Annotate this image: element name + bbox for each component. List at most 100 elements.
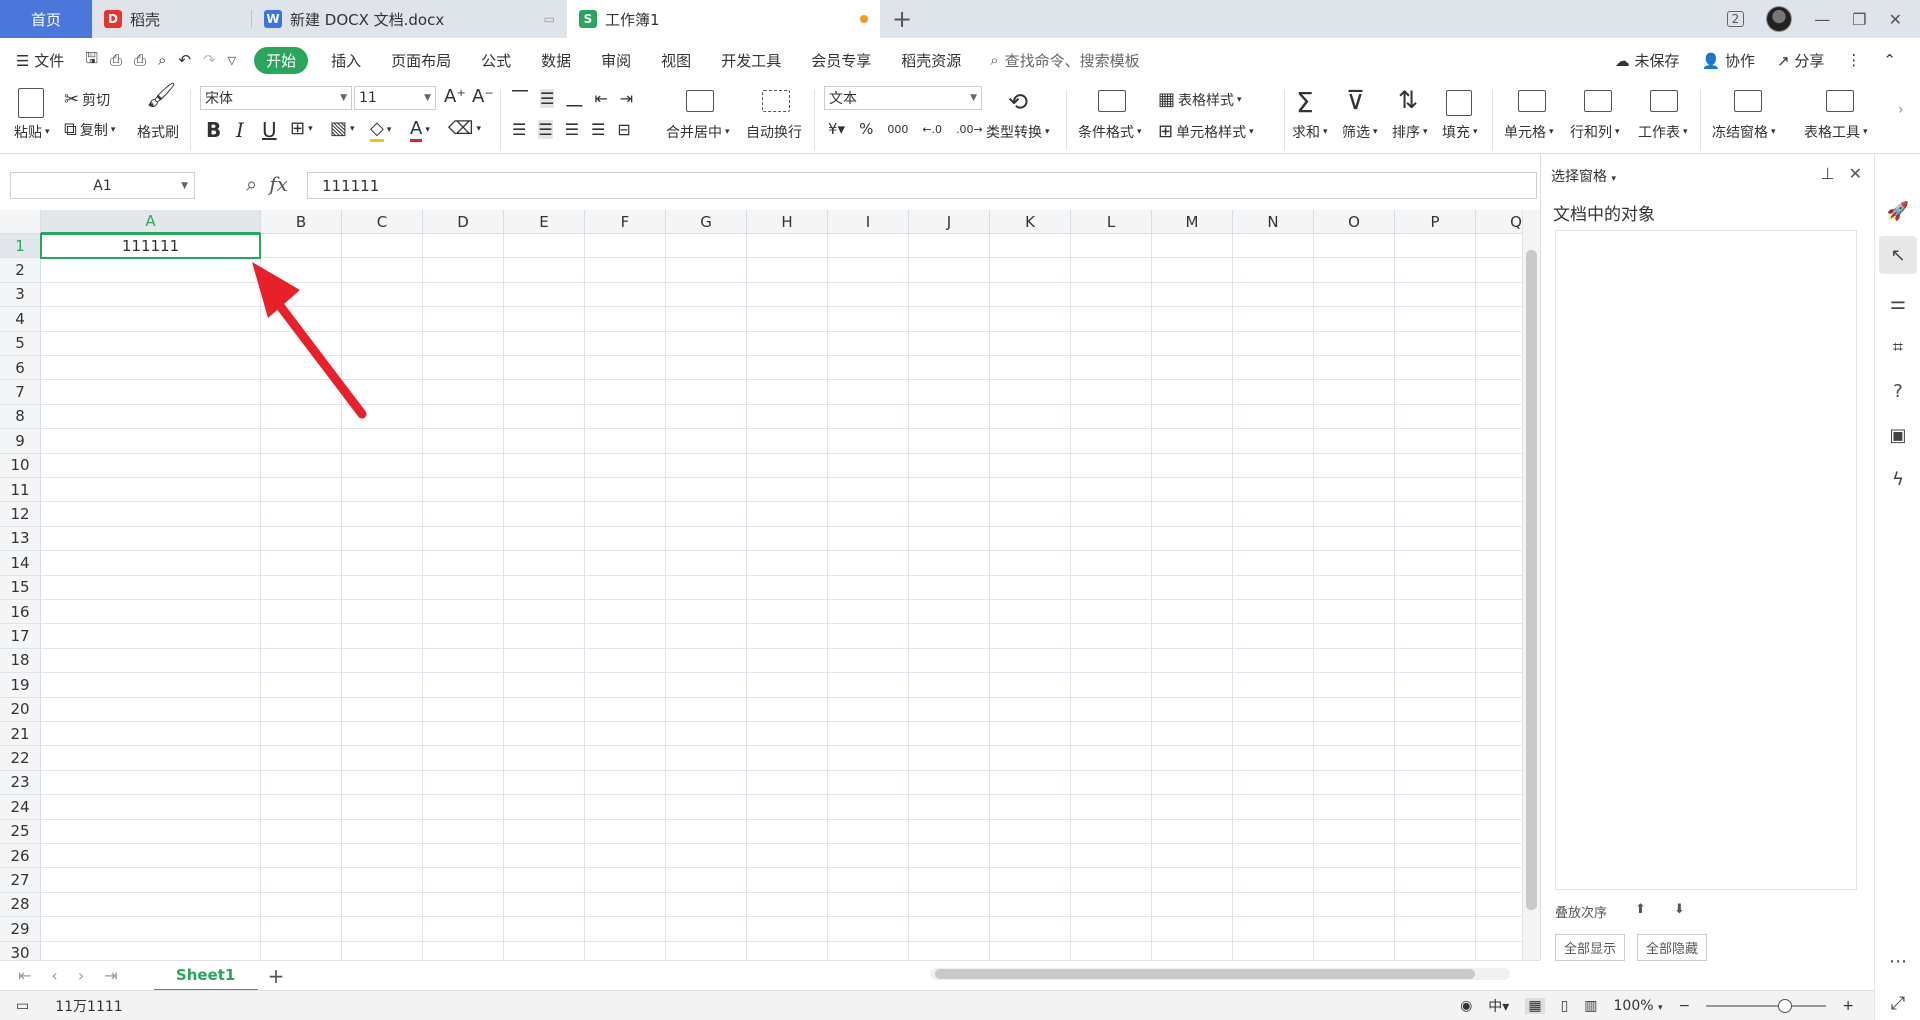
column-header-p[interactable]: P [1395,210,1476,234]
menu-review[interactable]: 审阅 [601,50,631,71]
column-header-m[interactable]: M [1152,210,1233,234]
zoom-formula-icon[interactable]: ⌕ [246,172,257,196]
indent-increase-icon[interactable]: ⇥ [620,89,633,108]
menu-page-layout[interactable]: 页面布局 [391,50,451,71]
share-button[interactable]: ↗ 分享 [1777,50,1824,71]
row-header-16[interactable]: 16 [0,600,41,625]
macro-record-icon[interactable]: ▭ [16,998,29,1014]
row-header-25[interactable]: 25 [0,819,41,844]
fill-button[interactable]: 填充 ▾ [1442,122,1478,142]
fullscreen-icon[interactable]: ⤢ [1885,990,1911,1016]
row-header-13[interactable]: 13 [0,526,41,552]
fx-icon[interactable]: fx [269,172,288,196]
avatar[interactable] [1766,6,1793,32]
first-sheet-icon[interactable]: ⇤ [18,966,31,985]
increase-decimal-icon[interactable]: ←.0 [922,123,942,136]
rocket-icon[interactable]: 🚀 [1885,198,1911,224]
menu-start[interactable]: 开始 [254,46,309,74]
menu-data[interactable]: 数据 [541,50,571,71]
row-header-4[interactable]: 4 [0,307,41,332]
merge-center-button[interactable]: 合并居中 ▾ [666,122,730,142]
formula-input[interactable]: 111111 [307,172,1537,199]
select-all-corner[interactable] [0,210,41,234]
column-header-l[interactable]: L [1071,210,1152,234]
table-tools-button[interactable]: 表格工具 ▾ [1804,122,1868,142]
column-header-a[interactable]: A [41,210,261,234]
wrap-text-button[interactable]: 自动换行 [746,122,802,142]
indent-decrease-icon[interactable]: ⇤ [594,89,607,108]
column-header-c[interactable]: C [342,210,423,234]
cursor-select-icon[interactable]: ↖ [1879,236,1917,274]
image-tool-icon[interactable]: ▣ [1885,422,1911,448]
preview-icon[interactable]: ⌕ [158,51,166,69]
bold-icon[interactable]: B [206,118,221,142]
export-icon[interactable]: ⎙ [110,51,122,69]
decrease-font-icon[interactable]: A⁻ [472,86,494,107]
help-icon[interactable]: ? [1885,378,1911,404]
menu-view[interactable]: 视图 [661,50,691,71]
row-header-10[interactable]: 10 [0,453,41,478]
menu-daoke-resources[interactable]: 稻壳资源 [901,50,961,71]
cut-button[interactable]: ✂ 剪切 [64,90,110,110]
collab-button[interactable]: 👤 协作 [1702,50,1755,71]
sheet-tab-sheet1[interactable]: Sheet1 [153,960,258,991]
lightning-icon[interactable]: ϟ [1885,466,1911,492]
conditional-format-button[interactable]: 条件格式 ▾ [1078,122,1142,142]
eraser-icon[interactable]: ⌫ ▾ [448,118,481,139]
paste-icon[interactable] [18,88,44,118]
row-header-24[interactable]: 24 [0,795,41,820]
rows-cols-button[interactable]: 行和列 ▾ [1570,122,1620,142]
border-icon[interactable]: ⊞ ▾ [290,118,313,139]
close-icon[interactable]: ✕ [1889,10,1902,29]
font-color-icon[interactable]: A ▾ [410,118,430,142]
command-search[interactable]: ⌕ 查找命令、搜索模板 [990,50,1139,71]
save-icon[interactable]: 🖫 [85,48,98,73]
row-header-30[interactable]: 30 [0,941,41,960]
file-menu[interactable]: ☰ 文件 [16,50,64,71]
percent-icon[interactable]: % [859,120,873,138]
row-header-17[interactable]: 17 [0,624,41,649]
show-all-button[interactable]: 全部显示 [1555,934,1626,961]
new-tab-button[interactable]: + [880,0,924,38]
row-header-2[interactable]: 2 [0,258,41,283]
row-header-1[interactable]: 1 [0,234,41,259]
column-header-g[interactable]: G [666,210,747,234]
scrollbar-thumb[interactable] [1526,250,1537,910]
row-header-29[interactable]: 29 [0,917,41,942]
copy-button[interactable]: ⧉ 复制 ▾ [64,120,115,140]
column-header-j[interactable]: J [909,210,990,234]
last-sheet-icon[interactable]: ⇥ [104,966,117,985]
sum-button[interactable]: 求和 ▾ [1292,122,1328,142]
row-header-28[interactable]: 28 [0,892,41,918]
column-header-h[interactable]: H [747,210,828,234]
column-header-e[interactable]: E [504,210,585,234]
add-sheet-icon[interactable]: + [268,964,285,988]
undo-icon[interactable]: ↶ [178,51,191,69]
horizontal-scrollbar[interactable] [930,968,1510,980]
column-header-k[interactable]: K [990,210,1071,234]
spreadsheet-grid[interactable]: A B C D E F G H I J K L M N O P Q 1 2 3 4 5 6 7 8 9 10 11 12 13 14 15 16… [0,210,1540,960]
align-top-icon[interactable]: ⎺ [512,88,528,108]
align-left-icon[interactable]: ☰ [512,120,526,139]
column-header-d[interactable]: D [423,210,504,234]
row-header-11[interactable]: 11 [0,478,41,503]
table-style-button[interactable]: ▦ 表格样式 ▾ [1158,90,1242,110]
more-icon[interactable]: ⋮ [1846,51,1861,69]
zoom-in-icon[interactable]: + [1842,998,1854,1014]
increase-font-icon[interactable]: A⁺ [444,86,466,107]
format-painter-button[interactable]: 格式刷 [137,122,179,142]
row-header-15[interactable]: 15 [0,575,41,600]
quick-more-icon[interactable]: ▽ [228,54,236,67]
row-header-12[interactable]: 12 [0,502,41,527]
print-icon[interactable]: ⎙ [134,51,146,69]
row-header-20[interactable]: 20 [0,697,41,722]
normal-view-icon[interactable]: ▦ [1525,997,1545,1014]
filter-button[interactable]: 筛选 ▾ [1342,122,1378,142]
currency-icon[interactable]: ¥▾ [828,120,845,138]
align-bottom-icon[interactable]: ⎽ [566,88,582,108]
brush-icon[interactable]: 🖌 [146,83,176,107]
more-dots-icon[interactable]: ⋯ [1885,948,1911,974]
sliders-icon[interactable]: ⚌ [1885,290,1911,316]
grid-view-icon[interactable]: 中▾ [1488,996,1509,1016]
row-header-8[interactable]: 8 [0,404,41,430]
